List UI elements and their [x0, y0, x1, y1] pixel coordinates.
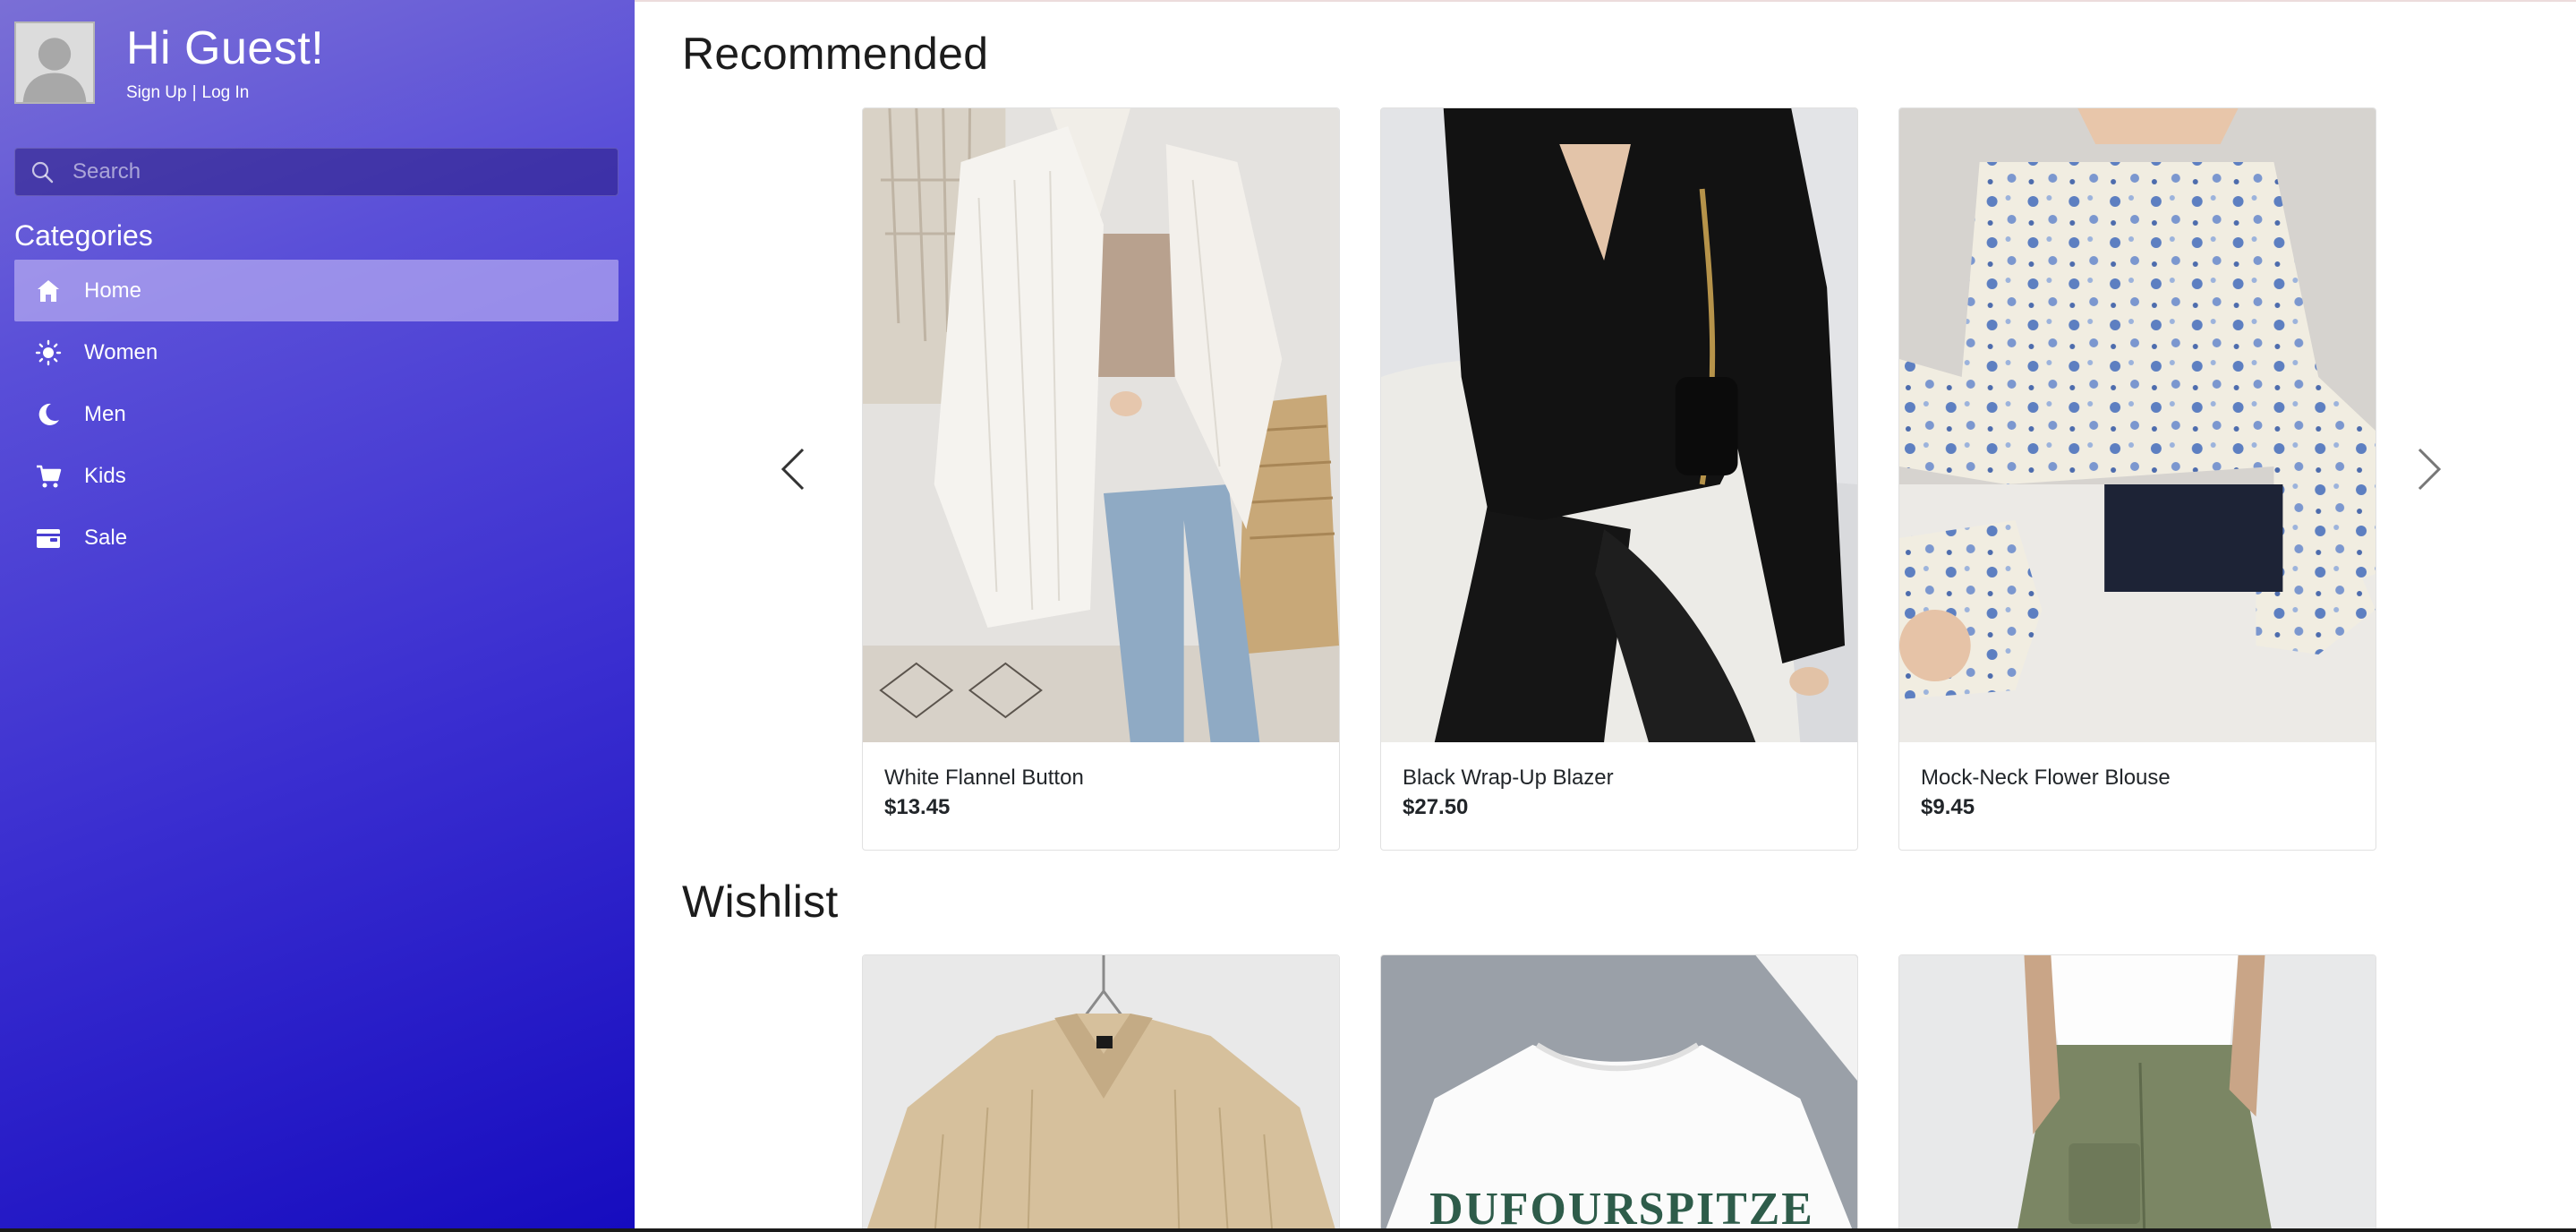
search-input[interactable] — [55, 149, 618, 195]
sidebar-item-women[interactable]: Women — [14, 321, 618, 383]
sidebar-item-label: Kids — [84, 463, 126, 488]
product-card[interactable]: Mock-Neck Flower Blouse $9.45 — [1898, 107, 2376, 851]
product-card[interactable]: Black Wrap-Up Blazer $27.50 — [1380, 107, 1858, 851]
sidebar-item-label: Women — [84, 339, 158, 364]
product-price: $13.45 — [884, 795, 951, 819]
tee-graphic-text: DUFOURSPITZE — [1429, 1184, 1814, 1232]
cart-icon — [34, 462, 63, 491]
chevron-left-icon — [780, 448, 805, 491]
carousel-next-button[interactable] — [2402, 433, 2456, 505]
wishlist-card[interactable] — [1898, 954, 2376, 1232]
carousel-prev-button[interactable] — [766, 433, 820, 505]
product-image-white-shirt[interactable] — [863, 108, 1339, 742]
chevron-right-icon — [2418, 448, 2442, 491]
search-icon — [31, 161, 54, 184]
category-nav: Home Women Men Kids Sale — [14, 260, 618, 569]
user-silhouette-icon — [16, 23, 93, 102]
greeting-title: Hi Guest! — [126, 22, 325, 74]
wishlist-card[interactable]: DUFOURSPITZE — [1380, 954, 1858, 1232]
product-image-black-blazer[interactable] — [1381, 108, 1857, 742]
sidebar-item-label: Men — [84, 401, 126, 426]
product-image-green-cargo-pants[interactable] — [1899, 955, 2376, 1232]
window-bottom-edge — [0, 1228, 2576, 1232]
recommended-heading: Recommended — [682, 29, 989, 79]
auth-links: Sign Up | Log In — [126, 82, 249, 104]
product-image-flower-blouse[interactable] — [1899, 108, 2376, 742]
wishlist-card[interactable] — [862, 954, 1340, 1232]
sun-icon — [34, 338, 63, 367]
sidebar-item-sale[interactable]: Sale — [14, 507, 618, 569]
product-name: White Flannel Button — [884, 766, 1084, 790]
product-price: $27.50 — [1403, 795, 1469, 819]
wallet-icon — [34, 524, 63, 552]
product-price: $9.45 — [1921, 795, 1975, 819]
sidebar-item-label: Sale — [84, 525, 128, 550]
main-content: Recommended White Flannel Button $13.45 … — [635, 0, 2576, 1232]
sidebar-item-label: Home — [84, 278, 142, 303]
product-card[interactable]: White Flannel Button $13.45 — [862, 107, 1340, 851]
home-icon — [34, 277, 63, 305]
wishlist-heading: Wishlist — [682, 877, 839, 927]
sidebar-item-men[interactable]: Men — [14, 383, 618, 445]
moon-icon — [34, 400, 63, 429]
auth-separator: | — [192, 83, 197, 102]
product-image-white-graphic-tee[interactable]: DUFOURSPITZE — [1381, 955, 1857, 1232]
avatar[interactable] — [14, 21, 95, 104]
product-name: Black Wrap-Up Blazer — [1403, 766, 1614, 790]
categories-heading: Categories — [14, 219, 153, 252]
product-name: Mock-Neck Flower Blouse — [1921, 766, 2171, 790]
sidebar-item-kids[interactable]: Kids — [14, 445, 618, 507]
search-box — [14, 148, 618, 196]
product-image-beige-shirt[interactable] — [863, 955, 1339, 1232]
sign-up-link[interactable]: Sign Up — [126, 83, 187, 102]
log-in-link[interactable]: Log In — [202, 83, 250, 102]
sidebar: Hi Guest! Sign Up | Log In Categories Home — [0, 0, 635, 1228]
sidebar-item-home[interactable]: Home — [14, 260, 618, 321]
